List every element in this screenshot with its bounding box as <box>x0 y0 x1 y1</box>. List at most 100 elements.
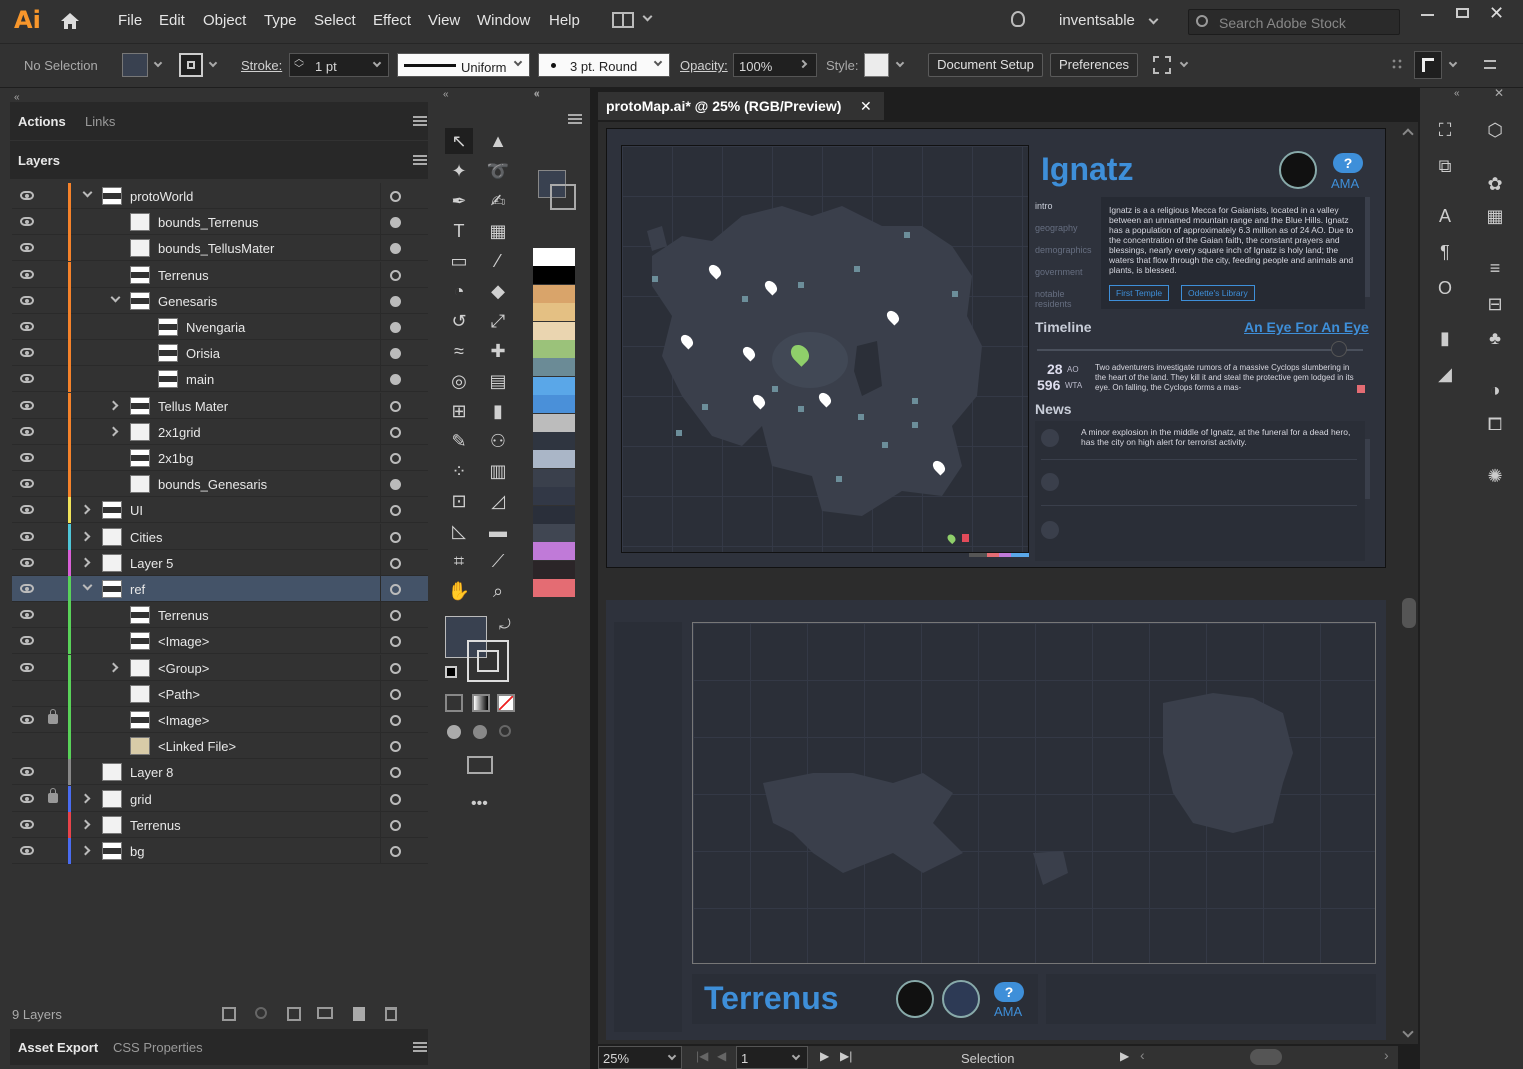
gradient-icon[interactable]: ▮ <box>1434 328 1456 350</box>
restore-icon[interactable] <box>1456 8 1469 18</box>
chevron-right-icon[interactable] <box>80 557 91 568</box>
table-tool-icon[interactable]: ▦ <box>484 218 512 244</box>
layer-name[interactable]: Tellus Mater <box>158 399 228 414</box>
target-icon[interactable] <box>390 453 401 464</box>
eye-icon[interactable] <box>20 715 34 724</box>
document-tab[interactable]: protoMap.ai* @ 25% (RGB/Preview) ✕ <box>598 92 884 120</box>
layer-name[interactable]: <Image> <box>158 634 209 649</box>
align-icon[interactable]: ⊟ <box>1484 294 1506 316</box>
draw-normal-icon[interactable] <box>447 725 461 739</box>
gradient-tool-icon[interactable]: ▮ <box>484 398 512 424</box>
first-artboard-icon[interactable]: |◀ <box>696 1049 708 1063</box>
scale-tool-icon[interactable]: ⤢ <box>484 308 512 334</box>
city-marker[interactable] <box>858 414 864 420</box>
last-artboard-icon[interactable]: ▶| <box>840 1049 852 1063</box>
variable-width-profile[interactable]: Uniform <box>397 53 530 77</box>
layer-name[interactable]: Layer 8 <box>130 765 173 780</box>
color-swatch[interactable] <box>533 524 575 542</box>
layer-name[interactable]: Nvengaria <box>186 320 245 335</box>
scrollbar[interactable] <box>1365 197 1370 297</box>
next-artboard-icon[interactable]: ▶ <box>820 1049 829 1063</box>
eye-icon[interactable] <box>20 217 34 227</box>
target-icon[interactable] <box>390 636 401 648</box>
screen-mode-icon[interactable] <box>467 756 493 774</box>
city-marker[interactable] <box>952 291 958 297</box>
stepper-icon[interactable]: ︿ ﹀ <box>294 55 304 75</box>
color-swatch[interactable] <box>533 303 575 322</box>
pen-curve-tool-icon[interactable]: ◺ <box>445 518 473 544</box>
color-swatch[interactable] <box>533 340 575 358</box>
target-icon[interactable] <box>390 243 401 255</box>
perspective-grid-tool-icon[interactable]: ▤ <box>484 368 512 394</box>
tab-css-properties[interactable]: CSS Properties <box>113 1040 203 1055</box>
menu-file[interactable]: File <box>118 12 142 29</box>
close-icon[interactable] <box>1357 385 1365 393</box>
city-marker[interactable] <box>904 232 910 238</box>
layer-row[interactable]: Terrenus <box>12 602 428 629</box>
chevron-down-icon[interactable] <box>110 292 121 303</box>
chevron-right-icon[interactable] <box>80 819 91 830</box>
new-layer-icon[interactable] <box>353 1007 365 1021</box>
color-swatch[interactable] <box>533 376 575 395</box>
layer-name[interactable]: Layer 5 <box>130 556 173 571</box>
layer-row[interactable]: Nvengaria <box>12 314 428 340</box>
layer-row[interactable]: <Image> <box>12 707 428 733</box>
target-icon[interactable] <box>390 610 401 622</box>
target-icon[interactable] <box>390 741 401 753</box>
menu-effect[interactable]: Effect <box>373 12 411 29</box>
color-swatch[interactable] <box>533 248 575 266</box>
city-marker[interactable] <box>702 404 708 410</box>
grid-dots-icon[interactable] <box>1391 58 1403 70</box>
question-icon[interactable]: ? <box>1333 153 1363 173</box>
menu-window[interactable]: Window <box>477 12 530 29</box>
layer-row[interactable]: Terrenus <box>12 811 428 838</box>
none-mode-icon[interactable] <box>497 694 515 712</box>
menu-edit[interactable]: Edit <box>159 12 185 29</box>
color-swatch[interactable] <box>533 560 575 579</box>
color-swatch[interactable] <box>533 321 575 340</box>
hand-tool-icon[interactable]: ✋ <box>445 578 473 604</box>
layer-name[interactable]: <Image> <box>158 713 209 728</box>
scrollbar[interactable] <box>1365 439 1370 499</box>
type-tool-icon[interactable]: T <box>445 218 473 244</box>
opacity-field[interactable]: 100% <box>733 53 817 77</box>
crop-tool-icon[interactable]: ⌗ <box>445 548 473 574</box>
menu-view[interactable]: View <box>428 12 460 29</box>
lightbulb-icon[interactable] <box>1011 11 1025 27</box>
layer-name[interactable]: bg <box>130 844 144 859</box>
eye-icon[interactable] <box>20 636 34 646</box>
swatch-library-icon[interactable]: ▦ <box>1484 206 1506 228</box>
eye-icon[interactable] <box>20 269 34 279</box>
trash-icon[interactable] <box>385 1007 397 1021</box>
eye-icon[interactable] <box>20 374 34 384</box>
layer-row[interactable]: Orisia <box>12 340 428 367</box>
stroke-label[interactable]: Stroke: <box>241 58 282 73</box>
color-mode-icon[interactable] <box>445 694 463 712</box>
target-icon[interactable] <box>390 505 401 517</box>
map-frame[interactable] <box>621 145 1029 553</box>
layer-name[interactable]: grid <box>130 792 152 807</box>
city-marker[interactable] <box>652 276 658 282</box>
chevron-down-icon[interactable] <box>653 57 663 67</box>
artboards-icon[interactable]: ⧠ <box>1484 414 1506 436</box>
city-marker[interactable] <box>912 398 918 404</box>
transparency-icon[interactable]: ◢ <box>1434 364 1456 386</box>
eye-icon[interactable] <box>20 584 34 593</box>
menu-object[interactable]: Object <box>203 12 246 29</box>
navigator-icon[interactable]: ✺ <box>1484 466 1506 488</box>
menu-select[interactable]: Select <box>314 12 356 29</box>
layer-row[interactable]: UI <box>12 497 428 524</box>
appearance-icon[interactable]: ◑ <box>1484 380 1506 402</box>
target-icon[interactable] <box>390 348 401 360</box>
layer-row[interactable]: <Image> <box>12 628 428 655</box>
more-tools-icon[interactable]: ••• <box>471 795 488 813</box>
close-icon[interactable]: ✕ <box>1489 3 1504 24</box>
tab-links[interactable]: Links <box>85 114 115 129</box>
color-guide-icon[interactable]: ✿ <box>1484 174 1506 196</box>
eraser-tool-icon[interactable]: ◆ <box>484 278 512 304</box>
document-setup-button[interactable]: Document Setup <box>928 53 1043 77</box>
scroll-up-icon[interactable] <box>1402 128 1414 140</box>
close-icon[interactable]: ✕ <box>860 92 872 120</box>
timeline-slider[interactable] <box>1037 349 1363 351</box>
horizontal-scroll-thumb[interactable] <box>1250 1049 1282 1065</box>
